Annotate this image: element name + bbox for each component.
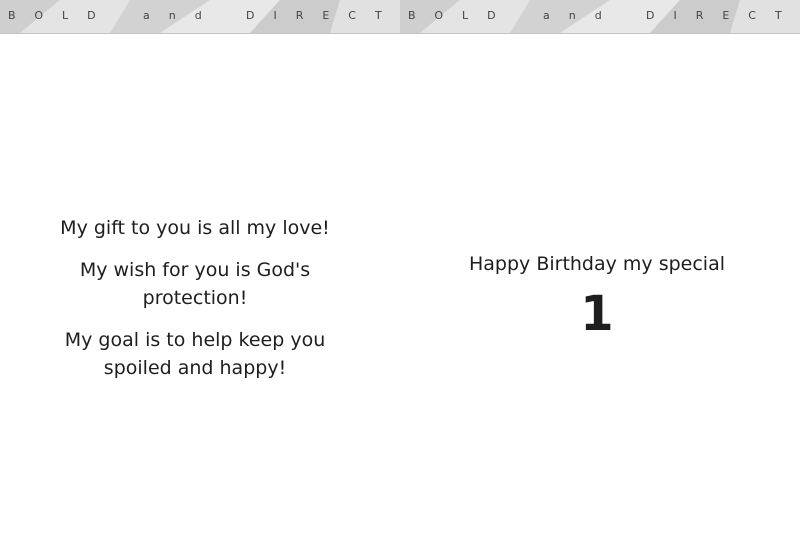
banner-text-left: BOLD and DIRECT: [0, 0, 400, 33]
banner-word-bold: BOLD: [408, 9, 515, 22]
left-page-message: My gift to you is all my love! My wish f…: [40, 214, 350, 396]
birthday-greeting: Happy Birthday my special: [468, 253, 726, 275]
banner-text-right: BOLD and DIRECT: [400, 0, 800, 33]
goal-line: My goal is to help keep you spoiled and …: [64, 329, 326, 379]
right-page-greeting: Happy Birthday my special 1: [447, 250, 747, 342]
banner-word-and: and: [543, 9, 621, 22]
wish-line: My wish for you is God's protection!: [79, 259, 311, 309]
banner-word-bold: BOLD: [8, 9, 115, 22]
banner-word-direct: DIRECT: [246, 9, 401, 22]
header-banner: BOLD and DIRECT BOLD and DIRECT: [0, 0, 800, 34]
gift-line: My gift to you is all my love!: [60, 217, 330, 239]
age-number: 1: [580, 286, 614, 342]
banner-word-direct: DIRECT: [646, 9, 800, 22]
banner-word-and: and: [143, 9, 221, 22]
